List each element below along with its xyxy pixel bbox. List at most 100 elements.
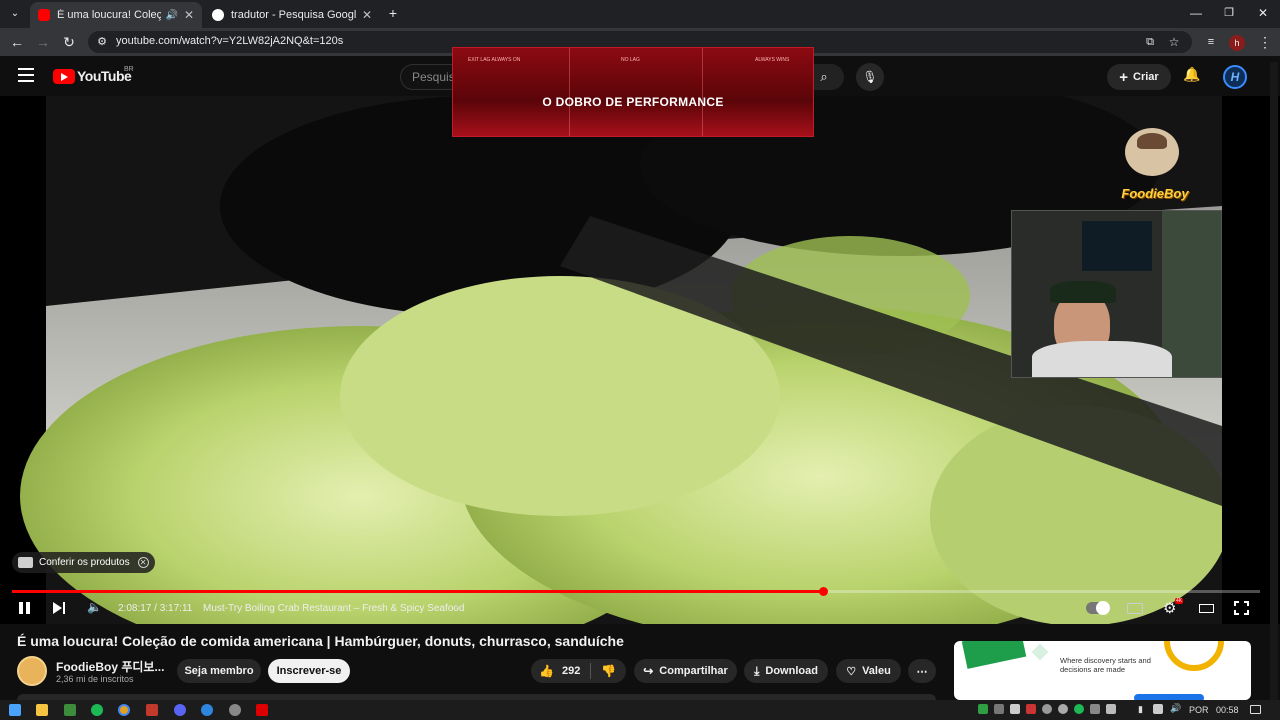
notification-center-icon[interactable] — [1250, 705, 1261, 714]
install-app-icon[interactable]: ⧉ — [1141, 33, 1159, 51]
share-label: Compartilhar — [659, 665, 728, 677]
download-label: Download — [765, 665, 818, 677]
download-button[interactable]: ⤓ Download — [744, 659, 828, 683]
tray-chevron-icon[interactable]: ▮ — [1138, 704, 1143, 715]
url-text: youtube.com/watch?v=Y2LW82jA2NQ&t=120s — [116, 35, 344, 47]
youtube-logo-icon[interactable] — [53, 69, 75, 84]
app-icon[interactable] — [146, 704, 158, 716]
thumbs-down-icon[interactable]: 👎 — [601, 664, 616, 678]
like-dislike-group: 👍 292 👎 — [531, 659, 626, 683]
bookmark-star-icon[interactable]: ☆ — [1165, 33, 1183, 51]
voice-search-button[interactable]: 🎙 — [856, 63, 884, 91]
tray-icon[interactable] — [1074, 704, 1084, 714]
app-icon[interactable] — [256, 704, 268, 716]
spotify-icon[interactable] — [91, 704, 103, 716]
channel-logo-text: FoodieBoy — [1121, 186, 1189, 201]
create-label: Criar — [1133, 71, 1159, 83]
chevron-right-icon[interactable]: › — [455, 601, 459, 613]
join-label: Seja membro — [184, 665, 254, 677]
app-icon[interactable] — [201, 704, 213, 716]
new-tab-icon[interactable]: + — [384, 4, 402, 22]
clock[interactable]: 00:58 — [1216, 705, 1239, 715]
tab-search-icon[interactable]: ⌄ — [6, 5, 24, 23]
app-icon[interactable] — [229, 704, 241, 716]
products-chip[interactable]: Conferir os produtos ✕ — [12, 552, 155, 573]
media-controls-icon[interactable]: ≡ — [1202, 33, 1220, 51]
tray-icon[interactable] — [994, 704, 1004, 714]
tray-icon[interactable] — [1042, 704, 1052, 714]
channel-name[interactable]: FoodieBoy 푸디보... — [56, 658, 164, 675]
more-actions-button[interactable]: ⋯ — [908, 659, 936, 683]
input-language[interactable]: POR — [1189, 705, 1209, 715]
autoplay-toggle[interactable] — [1086, 601, 1110, 615]
create-button[interactable]: + Criar — [1107, 64, 1171, 90]
tray-icon[interactable] — [1010, 704, 1020, 714]
quality-badge: 4K — [1175, 598, 1184, 604]
subscribe-button[interactable]: Inscrever-se — [268, 659, 350, 683]
theater-mode-icon[interactable] — [1199, 604, 1214, 613]
tray-icon[interactable] — [1026, 704, 1036, 714]
file-explorer-icon[interactable] — [36, 704, 48, 716]
close-chip-icon[interactable]: ✕ — [137, 557, 149, 568]
share-button[interactable]: ↪ Compartilhar — [634, 659, 737, 683]
like-button[interactable]: 👍 292 — [539, 664, 580, 678]
fullscreen-icon[interactable] — [1234, 601, 1249, 615]
page-scrollbar[interactable] — [1270, 62, 1278, 700]
pause-button[interactable] — [19, 601, 30, 617]
tab-google[interactable]: tradutor - Pesquisa Google ✕ — [204, 2, 380, 28]
profile-avatar[interactable]: h — [1229, 35, 1245, 51]
account-avatar[interactable]: H — [1223, 65, 1247, 89]
back-icon[interactable]: ← — [8, 33, 26, 51]
close-window-icon[interactable]: ✕ — [1254, 4, 1272, 22]
next-button[interactable] — [53, 601, 65, 617]
thanks-button[interactable]: ♡ Valeu — [836, 659, 901, 683]
discord-icon[interactable] — [174, 704, 186, 716]
system-tray — [978, 704, 1138, 716]
thumbs-up-icon: 👍 — [539, 664, 554, 678]
site-info-icon[interactable]: ⚙ — [93, 33, 111, 51]
windows-start-icon[interactable] — [9, 704, 21, 716]
channel-avatar[interactable] — [17, 656, 47, 686]
mascot-hair — [1137, 133, 1167, 149]
youtube-favicon-icon — [38, 9, 50, 21]
close-tab-icon[interactable]: ✕ — [184, 8, 194, 22]
maximize-icon[interactable]: ❐ — [1220, 4, 1238, 22]
browser-tab-strip: ⌄ É uma loucura! Coleção de 🔊 ✕ tradutor… — [0, 0, 1280, 28]
speaker-tray-icon[interactable]: 🔊 — [1170, 703, 1181, 714]
ad-banner-label: ALWAYS WINS — [755, 57, 790, 63]
webcam-person-shirt — [1032, 341, 1172, 377]
tab-label: É uma loucura! Coleção de — [57, 9, 162, 21]
tab-label: tradutor - Pesquisa Google — [231, 9, 356, 21]
ad-banner[interactable]: EXIT LAG ALWAYS ON NO LAG ALWAYS WINS O … — [452, 47, 814, 137]
app-icon[interactable] — [64, 704, 76, 716]
tray-icon[interactable] — [1090, 704, 1100, 714]
tray-icon[interactable] — [1106, 704, 1116, 714]
speaker-icon[interactable]: 🔊 — [165, 10, 177, 21]
side-ad[interactable]: Where discovery starts and decisions are… — [954, 641, 1251, 700]
chrome-menu-icon[interactable]: ⋮ — [1256, 33, 1274, 51]
search-icon: ⌕ — [820, 69, 828, 84]
tray-icon[interactable] — [978, 704, 988, 714]
volume-button[interactable]: 🔈 — [87, 600, 102, 614]
reload-icon[interactable]: ↻ — [60, 33, 78, 51]
notifications-bell-icon[interactable]: 🔔 — [1183, 66, 1200, 83]
video-title: É uma loucura! Coleção de comida america… — [17, 633, 624, 649]
join-button[interactable]: Seja membro — [177, 659, 261, 683]
progress-scrubber[interactable] — [819, 587, 828, 596]
volume-icon: 🔈 — [87, 600, 102, 614]
forward-icon[interactable]: → — [34, 33, 52, 51]
ad-shape — [961, 641, 1027, 669]
chapter-title[interactable]: Must-Try Boiling Crab Restaurant – Fresh… — [203, 603, 464, 614]
network-icon[interactable] — [1153, 704, 1163, 714]
hamburger-menu-icon[interactable] — [18, 68, 34, 82]
region-label: BR — [124, 66, 134, 73]
webcam-overlay — [1011, 210, 1222, 378]
close-tab-icon[interactable]: ✕ — [362, 8, 372, 22]
tab-youtube[interactable]: É uma loucura! Coleção de 🔊 ✕ — [30, 2, 202, 28]
minimize-icon[interactable]: — — [1187, 4, 1205, 22]
microphone-icon: 🎙 — [862, 70, 878, 84]
super-thanks-icon: ♡ — [846, 665, 857, 678]
chrome-icon[interactable] — [118, 704, 130, 716]
subtitles-icon[interactable] — [1127, 603, 1143, 614]
tray-icon[interactable] — [1058, 704, 1068, 714]
